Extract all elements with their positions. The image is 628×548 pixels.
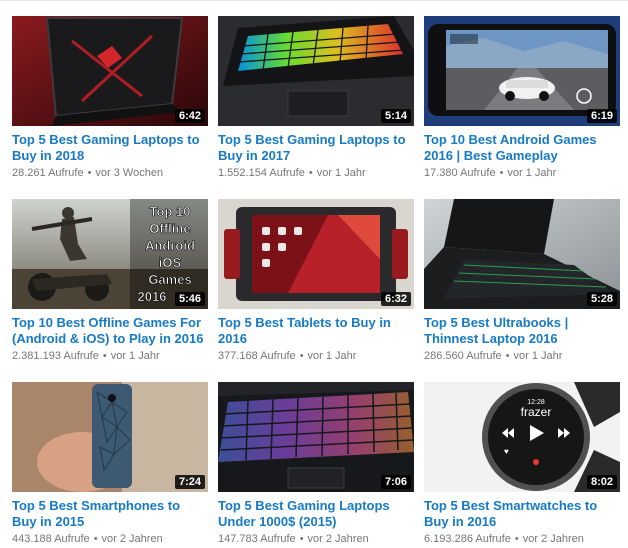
- video-thumbnail[interactable]: 5:28: [424, 199, 620, 309]
- view-count: 443.188 Aufrufe: [12, 533, 90, 545]
- video-title-link[interactable]: Top 5 Best Gaming Laptops Under 1000$ (2…: [218, 498, 414, 530]
- thumbnail-text: Android: [145, 238, 195, 253]
- video-card[interactable]: 7:24 Top 5 Best Smartphones to Buy in 20…: [12, 382, 208, 548]
- video-title-link[interactable]: Top 5 Best Smartwatches to Buy in 2016: [424, 498, 620, 530]
- video-card[interactable]: frazer 12:28 ♥ 8:02 Top 5 Best Smartwatc…: [424, 382, 620, 548]
- view-count: 286.560 Aufrufe: [424, 350, 502, 362]
- separator-dot: •: [299, 350, 304, 362]
- upload-age: vor 2 Jahren: [522, 533, 584, 545]
- upload-age: vor 2 Jahren: [101, 533, 163, 545]
- video-thumbnail[interactable]: 6:19: [424, 16, 620, 126]
- thumbnail-text: Offline: [149, 221, 190, 236]
- upload-age: vor 1 Jahr: [507, 167, 557, 179]
- video-duration: 6:19: [586, 109, 617, 123]
- view-count: 147.783 Aufrufe: [218, 533, 296, 545]
- video-meta: 6.193.286 Aufrufe • vor 2 Jahren: [424, 531, 620, 547]
- thumbnail-text: Top 10: [150, 204, 191, 219]
- separator-dot: •: [299, 533, 304, 545]
- separator-dot: •: [308, 167, 313, 179]
- video-meta: 377.168 Aufrufe • vor 1 Jahr: [218, 348, 414, 364]
- thumbnail-text: iOS: [159, 255, 182, 270]
- video-duration: 5:46: [174, 292, 205, 306]
- video-title-link[interactable]: Top 5 Best Ultrabooks | Thinnest Laptop …: [424, 315, 620, 347]
- video-title-link[interactable]: Top 5 Best Smartphones to Buy in 2015: [12, 498, 208, 530]
- video-card[interactable]: 5:28 Top 5 Best Ultrabooks | Thinnest La…: [424, 199, 620, 365]
- video-meta: 2.381.193 Aufrufe • vor 1 Jahr: [12, 348, 208, 364]
- video-duration: 5:28: [586, 292, 617, 306]
- video-duration: 8:02: [586, 475, 617, 489]
- view-count: 1.552.154 Aufrufe: [218, 167, 305, 179]
- thumbnail-text: 12:28: [527, 399, 545, 406]
- video-thumbnail[interactable]: 6:32: [218, 199, 414, 309]
- separator-dot: •: [514, 533, 519, 545]
- video-title-link[interactable]: Top 10 Best Android Games 2016 | Best Ga…: [424, 132, 620, 164]
- video-meta: 443.188 Aufrufe • vor 2 Jahren: [12, 531, 208, 547]
- video-card[interactable]: 6:19 Top 10 Best Android Games 2016 | Be…: [424, 16, 620, 182]
- video-meta: 17.380 Aufrufe • vor 1 Jahr: [424, 165, 620, 181]
- video-meta: 286.560 Aufrufe • vor 1 Jahr: [424, 348, 620, 364]
- separator-dot: •: [505, 350, 510, 362]
- video-title-link[interactable]: Top 5 Best Gaming Laptops to Buy in 2017: [218, 132, 414, 164]
- video-grid: 6:42 Top 5 Best Gaming Laptops to Buy in…: [12, 16, 620, 548]
- video-card[interactable]: Top 10 Offline Android iOS Games 2016 5:…: [12, 199, 208, 365]
- thumbnail-text: frazer: [521, 405, 552, 419]
- view-count: 6.193.286 Aufrufe: [424, 533, 511, 545]
- video-thumbnail[interactable]: 7:06: [218, 382, 414, 492]
- thumbnail-text: Games: [148, 272, 191, 287]
- upload-age: vor 1 Jahr: [110, 350, 160, 362]
- view-count: 377.168 Aufrufe: [218, 350, 296, 362]
- video-card[interactable]: 6:42 Top 5 Best Gaming Laptops to Buy in…: [12, 16, 208, 182]
- video-thumbnail[interactable]: 5:14: [218, 16, 414, 126]
- video-card[interactable]: 5:14 Top 5 Best Gaming Laptops to Buy in…: [218, 16, 414, 182]
- separator-dot: •: [87, 167, 92, 179]
- upload-age: vor 2 Jahren: [307, 533, 369, 545]
- video-card[interactable]: 6:32 Top 5 Best Tablets to Buy in 2016 3…: [218, 199, 414, 365]
- thumbnail-text: 2016: [138, 289, 167, 304]
- video-title-link[interactable]: Top 10 Best Offline Games For (Android &…: [12, 315, 208, 347]
- video-card[interactable]: 7:06 Top 5 Best Gaming Laptops Under 100…: [218, 382, 414, 548]
- video-duration: 7:06: [380, 475, 411, 489]
- video-thumbnail[interactable]: 6:42: [12, 16, 208, 126]
- video-duration: 5:14: [380, 109, 411, 123]
- view-count: 17.380 Aufrufe: [424, 167, 496, 179]
- separator-dot: •: [499, 167, 504, 179]
- video-thumbnail[interactable]: frazer 12:28 ♥ 8:02: [424, 382, 620, 492]
- video-thumbnail[interactable]: 7:24: [12, 382, 208, 492]
- video-duration: 6:32: [380, 292, 411, 306]
- view-count: 2.381.193 Aufrufe: [12, 350, 99, 362]
- video-meta: 147.783 Aufrufe • vor 2 Jahren: [218, 531, 414, 547]
- video-title-link[interactable]: Top 5 Best Gaming Laptops to Buy in 2018: [12, 132, 208, 164]
- svg-text:♥: ♥: [504, 447, 509, 456]
- top-divider: [0, 0, 628, 1]
- video-meta: 28.261 Aufrufe • vor 3 Wochen: [12, 165, 208, 181]
- video-meta: 1.552.154 Aufrufe • vor 1 Jahr: [218, 165, 414, 181]
- separator-dot: •: [93, 533, 98, 545]
- video-thumbnail[interactable]: Top 10 Offline Android iOS Games 2016 5:…: [12, 199, 208, 309]
- video-duration: 7:24: [174, 475, 205, 489]
- upload-age: vor 3 Wochen: [95, 167, 164, 179]
- video-title-link[interactable]: Top 5 Best Tablets to Buy in 2016: [218, 315, 414, 347]
- video-duration: 6:42: [174, 109, 205, 123]
- upload-age: vor 1 Jahr: [316, 167, 366, 179]
- upload-age: vor 1 Jahr: [513, 350, 563, 362]
- separator-dot: •: [102, 350, 107, 362]
- view-count: 28.261 Aufrufe: [12, 167, 84, 179]
- upload-age: vor 1 Jahr: [307, 350, 357, 362]
